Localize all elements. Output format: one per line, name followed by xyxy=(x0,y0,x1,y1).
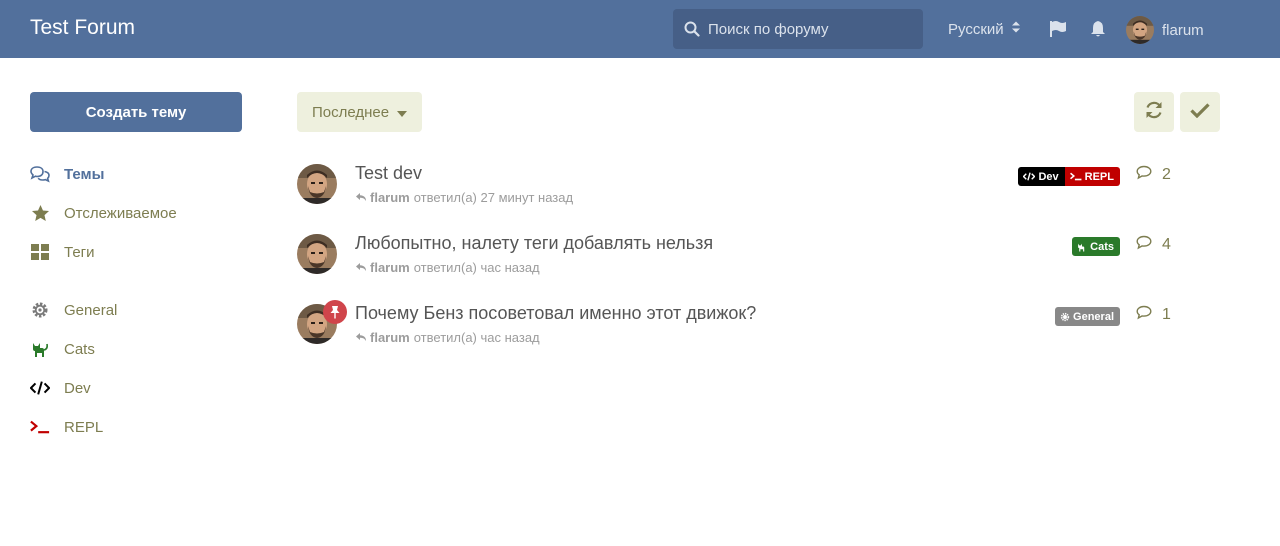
sort-updown-icon xyxy=(1011,20,1021,38)
search-icon xyxy=(684,21,700,42)
avatar[interactable] xyxy=(297,234,337,274)
avatar xyxy=(1126,16,1154,44)
sidebar-item-label: Теги xyxy=(64,243,95,261)
discussion-time: ответил(а) час назад xyxy=(413,330,540,345)
tag-labels: Dev REPL xyxy=(1018,167,1120,186)
discussion-list-item[interactable]: Test dev flarum ответил(а) 27 минут наза… xyxy=(297,163,1177,224)
discussion-user[interactable]: flarum xyxy=(370,260,410,275)
reply-count: 4 xyxy=(1136,235,1171,255)
discussion-meta: flarum ответил(а) час назад xyxy=(355,330,540,345)
tag-cats[interactable]: Cats xyxy=(1072,237,1120,256)
comment-icon xyxy=(1136,235,1152,255)
tag-general[interactable]: General xyxy=(1055,307,1120,326)
check-icon xyxy=(1190,102,1210,123)
discussion-meta: flarum ответил(а) 27 минут назад xyxy=(355,190,573,205)
sidebar-item-dev[interactable]: Dev xyxy=(30,374,250,402)
sidebar-item-repl[interactable]: REPL xyxy=(30,413,250,441)
reply-icon xyxy=(355,330,367,345)
tag-labels: General xyxy=(1055,307,1120,326)
terminal-icon xyxy=(1069,172,1082,181)
gear-icon xyxy=(1060,312,1070,322)
caret-down-icon xyxy=(397,104,408,121)
discussion-meta: flarum ответил(а) час назад xyxy=(355,260,540,275)
comment-icon xyxy=(1136,305,1152,325)
tag-repl[interactable]: REPL xyxy=(1064,167,1120,186)
sidebar-item-label: General xyxy=(64,301,118,319)
comments-icon xyxy=(30,164,50,184)
sort-dropdown[interactable]: Последнее xyxy=(297,92,422,132)
sidebar-item-general[interactable]: General xyxy=(30,296,250,324)
sidebar-item-following[interactable]: Отслеживаемое xyxy=(30,199,250,227)
discussion-time: ответил(а) час назад xyxy=(413,260,540,275)
sidebar-item-label: Dev xyxy=(64,379,91,397)
code-icon xyxy=(1023,172,1036,181)
tag-label: General xyxy=(1073,310,1114,323)
forum-title[interactable]: Test Forum xyxy=(30,16,135,40)
avatar[interactable] xyxy=(297,164,337,204)
tags-grid-icon xyxy=(30,242,50,262)
sort-label: Последнее xyxy=(312,103,390,121)
discussion-user[interactable]: flarum xyxy=(370,330,410,345)
sidebar-item-tags[interactable]: Теги xyxy=(30,238,250,266)
discussion-list-item[interactable]: Любопытно, налету теги добавлять нельзя … xyxy=(297,233,1177,294)
sidebar-item-label: REPL xyxy=(64,418,104,436)
reply-count-value: 4 xyxy=(1162,236,1171,253)
header-bar: Test Forum Русский flarum xyxy=(0,0,1280,58)
reply-icon xyxy=(355,260,367,275)
tag-label: Dev xyxy=(1038,170,1059,183)
sidebar-item-all-discussions[interactable]: Темы xyxy=(30,160,250,188)
user-menu[interactable]: flarum xyxy=(1126,16,1204,44)
discussion-title[interactable]: Почему Бенз посоветовал именно этот движ… xyxy=(355,303,756,324)
reply-count: 1 xyxy=(1136,305,1171,325)
reply-icon xyxy=(355,190,367,205)
sidebar-item-label: Cats xyxy=(64,340,95,358)
sidebar-item-label: Отслеживаемое xyxy=(64,204,177,222)
bell-icon[interactable] xyxy=(1089,20,1107,43)
gear-icon xyxy=(30,300,50,320)
pin-icon xyxy=(323,300,347,324)
language-label: Русский xyxy=(948,20,1004,38)
tag-labels: Cats xyxy=(1072,237,1120,256)
tag-dev[interactable]: Dev xyxy=(1018,167,1065,186)
sidebar-item-label: Темы xyxy=(64,165,105,183)
cat-icon xyxy=(1077,242,1087,252)
refresh-icon xyxy=(1144,100,1164,125)
terminal-icon xyxy=(30,417,50,437)
reply-count-value: 2 xyxy=(1162,166,1171,183)
discussion-title[interactable]: Test dev xyxy=(355,163,422,184)
search-input[interactable] xyxy=(708,9,913,49)
discussion-title[interactable]: Любопытно, налету теги добавлять нельзя xyxy=(355,233,713,254)
comment-icon xyxy=(1136,165,1152,185)
mark-all-read-button[interactable] xyxy=(1180,92,1220,132)
language-selector[interactable]: Русский xyxy=(948,20,1021,38)
tag-label: REPL xyxy=(1084,170,1114,183)
discussion-list-item[interactable]: Почему Бенз посоветовал именно этот движ… xyxy=(297,300,1177,364)
star-icon xyxy=(30,203,50,223)
start-discussion-button[interactable]: Создать тему xyxy=(30,92,242,132)
reply-count-value: 1 xyxy=(1162,306,1171,323)
flag-icon[interactable] xyxy=(1049,20,1067,43)
code-icon xyxy=(30,378,50,398)
cat-icon xyxy=(30,339,50,359)
search-box[interactable] xyxy=(673,9,923,49)
sidebar-item-cats[interactable]: Cats xyxy=(30,335,250,363)
reply-count: 2 xyxy=(1136,165,1171,185)
tag-label: Cats xyxy=(1090,240,1114,253)
refresh-button[interactable] xyxy=(1134,92,1174,132)
discussion-user[interactable]: flarum xyxy=(370,190,410,205)
user-name: flarum xyxy=(1162,21,1204,39)
discussion-time: ответил(а) 27 минут назад xyxy=(413,190,574,205)
